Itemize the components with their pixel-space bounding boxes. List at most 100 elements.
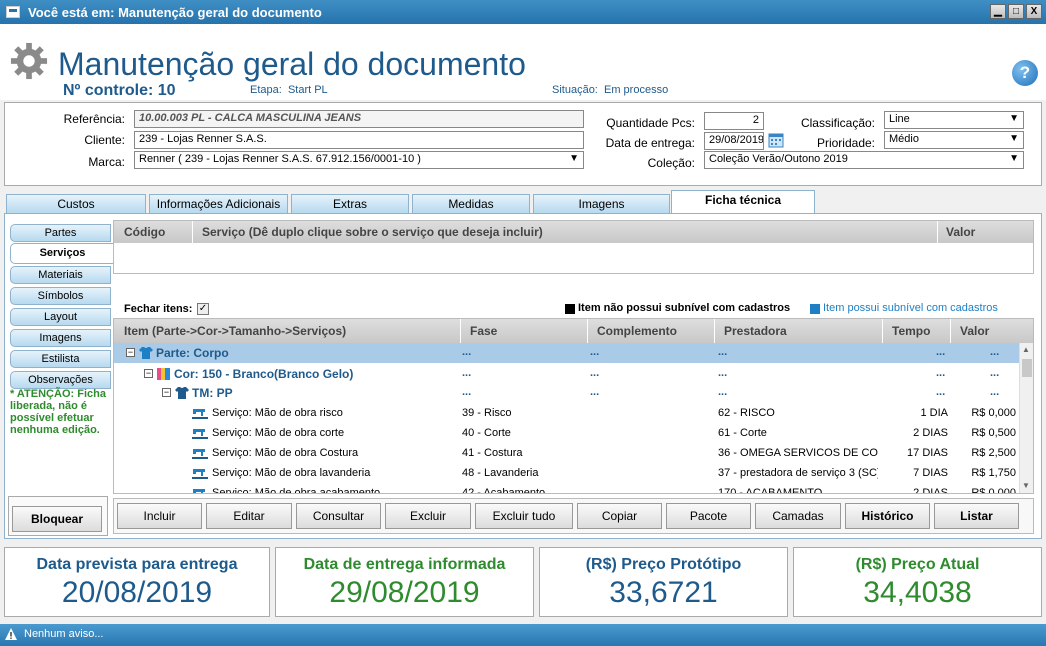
fechar-itens-checkbox[interactable]: ✓ (197, 303, 209, 315)
collapse-toggle[interactable]: − (144, 369, 153, 378)
sewing-machine-icon (192, 449, 208, 459)
tab-informacoes-adicionais[interactable]: Informações Adicionais (149, 194, 288, 214)
bloquear-button[interactable]: Bloquear (12, 506, 102, 532)
side-tab-servicos[interactable]: Serviços (10, 243, 114, 264)
status-info: Situação: Em processo (552, 84, 668, 96)
tab-medidas[interactable]: Medidas (412, 194, 530, 214)
legend-blue-swatch (810, 304, 820, 314)
legend-black-text: Item não possui subnível com cadastros (578, 302, 791, 314)
side-tab-layout[interactable]: Layout (10, 308, 111, 326)
tree-scrollbar[interactable]: ▲ ▼ (1019, 343, 1033, 493)
excluir-button[interactable]: Excluir (385, 503, 471, 529)
data-entrega-label: Data de entrega: (605, 136, 695, 150)
card-title: (R$) Preço Protótipo (585, 556, 742, 573)
scroll-down-icon[interactable]: ▼ (1022, 481, 1030, 490)
dots: ... (718, 386, 728, 398)
service-row[interactable]: Serviço: Mão de obra lavanderia 48 - Lava… (114, 463, 1019, 483)
service-fase: 48 - Lavanderia (462, 467, 539, 479)
service-tempo: 2 DIAS (913, 487, 948, 494)
editar-button[interactable]: Editar (206, 503, 292, 529)
color-palette-icon (157, 368, 170, 380)
tree-row-cor[interactable]: − Cor: 150 - Branco(Branco Gelo) ... ...… (114, 364, 1019, 384)
service-row[interactable]: Serviço: Mão de obra corte 40 - Corte 61 -… (114, 423, 1019, 443)
scroll-thumb[interactable] (1022, 359, 1032, 377)
service-row[interactable]: Serviço: Mão de obra risco 39 - Risco 62 -… (114, 403, 1019, 423)
tree-row-tamanho[interactable]: − TM: PP ... ... ... ... ... (114, 383, 1019, 403)
dots: ... (718, 346, 728, 358)
service-valor: R$ 1,750 (971, 467, 1016, 479)
preco-prototipo-card: (R$) Preço Protótipo 33,6721 (539, 547, 788, 617)
data-entrega-field[interactable]: 29/08/2019 (704, 132, 764, 150)
colecao-select[interactable]: Coleção Verão/Outono 2019 (704, 151, 1024, 169)
service-item: Serviço: Mão de obra corte (212, 427, 345, 439)
tab-ficha-tecnica[interactable]: Ficha técnica (671, 190, 815, 213)
scroll-up-icon[interactable]: ▲ (1022, 345, 1030, 354)
document-form: Referência: 10.00.003 PL - CALCA MASCULI… (4, 102, 1042, 186)
service-prestadora: 36 - OMEGA SERVICOS DE COSTU (718, 447, 878, 459)
close-button[interactable]: X (1026, 4, 1042, 19)
sewing-machine-icon (193, 489, 205, 493)
cliente-field[interactable]: 239 - Lojas Renner S.A.S. (134, 131, 584, 149)
tamanho-label: TM: PP (192, 386, 233, 400)
incluir-button[interactable]: Incluir (117, 503, 202, 529)
ficha-tecnica-panel: Partes Serviços Materiais Símbolos Layou… (4, 213, 1042, 539)
service-tempo: 1 DIA (920, 407, 948, 419)
tree-row-parte[interactable]: − Parte: Corpo ... ... ... ... ... (114, 343, 1019, 363)
dots: ... (990, 386, 1000, 398)
services-catalog-grid: Código Serviço (Dê duplo clique sobre o … (113, 220, 1034, 274)
tab-imagens[interactable]: Imagens (533, 194, 670, 214)
sewing-machine-icon (192, 409, 208, 419)
collapse-toggle[interactable]: − (162, 388, 171, 397)
camadas-button[interactable]: Camadas (755, 503, 841, 529)
dots: ... (462, 346, 472, 358)
service-tempo: 2 DIAS (913, 427, 948, 439)
side-tab-imagens[interactable]: Imagens (10, 329, 111, 347)
marca-label: Marca: (88, 155, 125, 169)
service-fase: 42 - Acabamento (462, 487, 546, 494)
stage-info: Etapa: Start PL (250, 84, 328, 96)
collapse-toggle[interactable]: − (126, 348, 135, 357)
warning-icon (5, 628, 17, 640)
dots: ... (936, 386, 946, 398)
maximize-button[interactable]: □ (1008, 4, 1024, 19)
prioridade-select[interactable]: Médio (884, 131, 1024, 149)
service-row[interactable]: Serviço: Mão de obra acabamento 42 - Acab… (114, 483, 1019, 494)
listar-button[interactable]: Listar (934, 503, 1019, 529)
excluir-tudo-button[interactable]: Excluir tudo (475, 503, 573, 529)
marca-select[interactable]: Renner ( 239 - Lojas Renner S.A.S. 67.91… (134, 151, 584, 169)
historico-button[interactable]: Histórico (845, 503, 930, 529)
side-tab-partes[interactable]: Partes (10, 224, 111, 242)
colecao-label: Coleção: (647, 156, 695, 170)
minimize-button[interactable]: ▁ (990, 4, 1006, 19)
pacote-button[interactable]: Pacote (666, 503, 751, 529)
stage-value: Start PL (287, 84, 328, 96)
copiar-button[interactable]: Copiar (577, 503, 662, 529)
tab-extras[interactable]: Extras (291, 194, 409, 214)
col-servico: Serviço (Dê duplo clique sobre o serviço… (202, 225, 543, 239)
status-label: Situação: (552, 84, 598, 96)
quantidade-field[interactable]: 2 (704, 112, 764, 130)
dots: ... (590, 346, 600, 358)
service-row[interactable]: Serviço: Mão de obra Costura 41 - Costura… (114, 443, 1019, 463)
service-fase: 39 - Risco (462, 407, 512, 419)
referencia-field[interactable]: 10.00.003 PL - CALCA MASCULINA JEANS (134, 110, 584, 128)
dots: ... (462, 367, 472, 379)
side-tab-materiais[interactable]: Materiais (10, 266, 111, 284)
service-item: Serviço: Mão de obra Costura (212, 447, 359, 459)
side-tab-observacoes[interactable]: Observações (10, 371, 111, 389)
page-title: Manutenção geral do documento (58, 46, 526, 82)
side-tab-simbolos[interactable]: Símbolos (10, 287, 111, 305)
classificacao-select[interactable]: Line (884, 111, 1024, 129)
classificacao-label: Classificação: (800, 116, 875, 130)
consultar-button[interactable]: Consultar (296, 503, 381, 529)
dots: ... (936, 367, 946, 379)
card-value: 33,6721 (609, 576, 718, 609)
service-tempo: 17 DIAS (907, 447, 948, 459)
help-icon[interactable]: ? (1012, 60, 1038, 86)
tab-custos[interactable]: Custos (6, 194, 146, 214)
side-tab-estilista[interactable]: Estilista (10, 350, 111, 368)
service-prestadora: 62 - RISCO (718, 407, 775, 419)
service-prestadora: 170 - ACABAMENTO (718, 487, 823, 494)
sewing-machine-icon (192, 469, 208, 479)
parte-label: Parte: Corpo (156, 346, 229, 360)
